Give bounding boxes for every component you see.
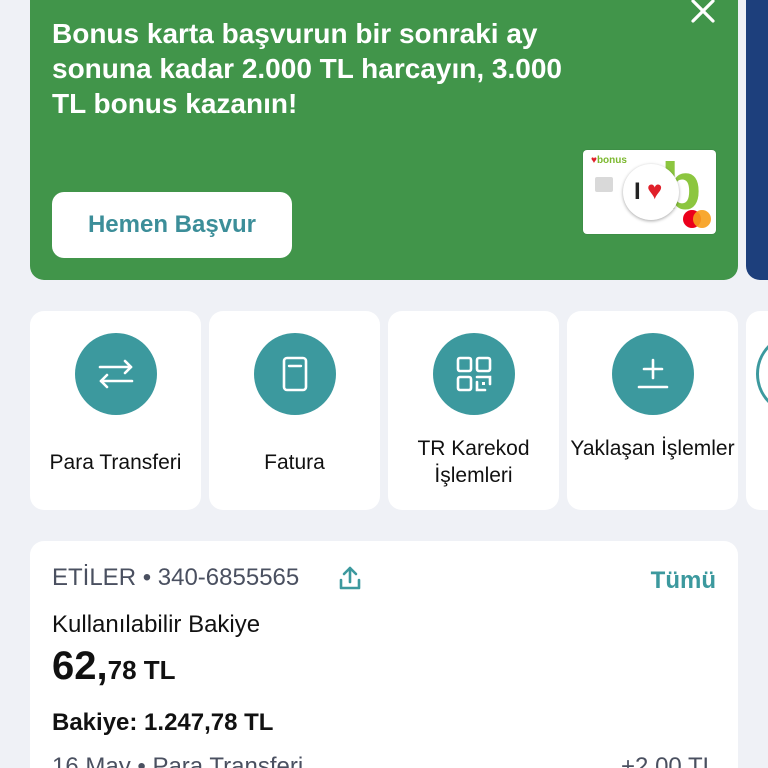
quick-action-fatura[interactable]: Fatura bbox=[209, 311, 380, 510]
total-balance: Bakiye: 1.247,78 TL bbox=[52, 709, 274, 736]
available-balance-amount: 62,78 TL bbox=[52, 644, 176, 689]
next-action-icon bbox=[756, 333, 768, 415]
promo-text: Bonus karta başvurun bir sonraki ay sonu… bbox=[52, 18, 562, 119]
last-transaction[interactable]: 16 May • Para Transferi bbox=[52, 753, 303, 768]
available-balance-label: Kullanılabilir Bakiye bbox=[52, 611, 261, 638]
quick-action-label: Fatura bbox=[264, 451, 325, 474]
quick-action-next-peek[interactable] bbox=[746, 311, 768, 510]
close-icon[interactable] bbox=[690, 0, 716, 24]
view-all-link[interactable]: Tümü bbox=[651, 567, 716, 595]
quick-action-label: Yaklaşan İşlemler bbox=[570, 437, 735, 460]
quick-action-para-transferi[interactable]: Para Transferi bbox=[30, 311, 201, 510]
promo-banner[interactable]: Bonus karta başvurun bir sonraki ay sonu… bbox=[30, 0, 738, 280]
transfer-arrows-icon bbox=[75, 333, 157, 415]
available-balance-decimal: 78 TL bbox=[107, 655, 176, 685]
share-icon[interactable] bbox=[338, 565, 362, 591]
quick-action-tr-karekod[interactable]: TR Karekod İşlemleri bbox=[388, 311, 559, 510]
qr-code-icon bbox=[433, 333, 515, 415]
last-transaction-amount: +2,00 TL bbox=[621, 753, 716, 768]
next-banner-peek[interactable] bbox=[746, 0, 768, 280]
account-card[interactable]: ETİLER • 340-6855565 Tümü Kullanılabilir… bbox=[30, 541, 738, 768]
quick-action-label: TR Karekod İşlemleri bbox=[417, 437, 530, 487]
page: Bonus karta başvurun bir sonraki ay sonu… bbox=[0, 0, 768, 768]
apply-now-button[interactable]: Hemen Başvur bbox=[52, 192, 292, 258]
bonus-card-image: ♥bonus b I ♥ bbox=[583, 150, 716, 234]
mastercard-logo bbox=[683, 210, 713, 228]
card-chip bbox=[595, 177, 613, 192]
plus-minus-icon bbox=[612, 333, 694, 415]
bonus-brand-logo: ♥bonus bbox=[591, 155, 627, 166]
account-branch-number: ETİLER • 340-6855565 bbox=[52, 564, 300, 591]
available-balance-integer: 62, bbox=[52, 644, 108, 688]
bill-document-icon bbox=[254, 333, 336, 415]
quick-action-yaklasan-islemler[interactable]: Yaklaşan İşlemler bbox=[567, 311, 738, 510]
i-love-badge: I ♥ bbox=[623, 164, 679, 220]
quick-action-label: Para Transferi bbox=[49, 451, 182, 474]
